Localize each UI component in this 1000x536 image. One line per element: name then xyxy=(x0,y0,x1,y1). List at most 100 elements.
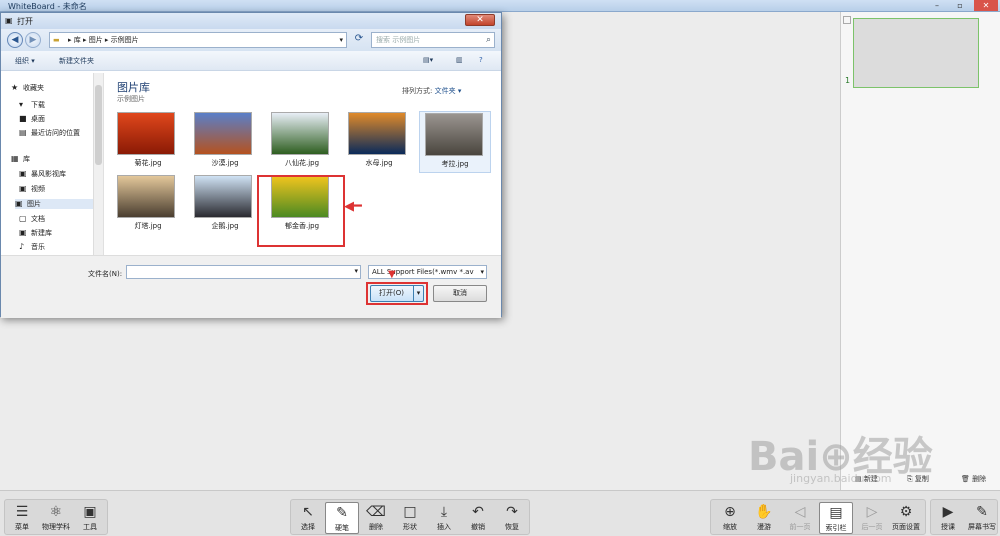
insert-button[interactable]: ⤓ 插入 xyxy=(427,502,461,534)
select-button[interactable]: ↖ 选择 xyxy=(291,502,325,534)
cancel-button[interactable]: 取消 xyxy=(433,285,487,302)
maximize-icon[interactable]: ▫ xyxy=(951,0,969,11)
pen-icon: ✎ xyxy=(336,505,348,521)
delete-page-button[interactable]: 🗑 删除 xyxy=(961,474,986,484)
index-bar-button[interactable]: ▤ 索引栏 xyxy=(819,502,853,534)
pen-button[interactable]: ✎ 硬笔 xyxy=(325,502,359,534)
search-icon: ⌕ xyxy=(485,35,491,45)
nav-item[interactable]: ♪ 音乐 xyxy=(19,242,45,252)
toolbar-group-center: ↖ 选择 ✎ 硬笔 ⌫ 删除 □ 形状 ⤓ 插入 ↶ 撤销 ↷ 恢复 xyxy=(290,499,530,535)
search-input[interactable]: 搜索 示例图片 ⌕ xyxy=(371,32,495,48)
toolbar-group-left: ☰ 菜单 ⚛ 物理学科 ▣ 工具 xyxy=(4,499,108,535)
back-button[interactable]: ◀ xyxy=(7,32,23,48)
dialog-app-icon: ▣ xyxy=(5,16,13,25)
file-item[interactable]: 企鹅.jpg xyxy=(189,174,261,236)
command-bar: 组织 ▾ 新建文件夹 ▤▾ ▥ ? xyxy=(1,51,501,71)
file-name: 水母.jpg xyxy=(365,159,393,167)
minimize-icon[interactable]: – xyxy=(928,0,946,11)
file-item[interactable]: 沙漠.jpg xyxy=(189,111,261,173)
redo-icon: ↷ xyxy=(506,504,518,520)
help-icon[interactable]: ? xyxy=(479,56,483,64)
file-name: 考拉.jpg xyxy=(441,160,469,168)
eraser-button[interactable]: ⌫ 删除 xyxy=(359,502,393,534)
nav-item-label: 库 xyxy=(23,155,30,163)
nav-item-icon: ▣ xyxy=(19,169,27,178)
screen-pen-icon: ✎ xyxy=(976,504,988,520)
undo-button[interactable]: ↶ 撤销 xyxy=(461,502,495,534)
page-number: 1 xyxy=(845,76,851,85)
organize-menu[interactable]: 组织 ▾ xyxy=(15,56,35,66)
physics-subject-button[interactable]: ⚛ 物理学科 xyxy=(39,502,73,534)
filename-label: 文件名(N): xyxy=(88,270,123,278)
new-folder-button[interactable]: 新建文件夹 xyxy=(59,56,94,66)
nav-item-label: 桌面 xyxy=(31,115,45,123)
file-thumbnail xyxy=(117,112,175,155)
page-thumbnail[interactable] xyxy=(853,18,979,88)
nav-item-icon: ▢ xyxy=(19,214,27,223)
open-button[interactable]: 打开(O) ▾ xyxy=(370,285,424,302)
nav-item[interactable]: ▾ 下载 xyxy=(19,100,45,110)
nav-item[interactable]: ▣ 视频 xyxy=(19,184,45,194)
preview-pane-icon[interactable]: ▥ xyxy=(456,56,463,64)
open-file-dialog: ▣ 打开 ✕ ◀ ▶ ▬ ▸ 库 ▸ 图片 ▸ 示例图片 ▾ ⟳ 搜索 示例图片 ⌕ … xyxy=(0,12,502,318)
dialog-title: 打开 xyxy=(17,17,33,26)
menu-button[interactable]: ☰ 菜单 xyxy=(5,502,39,534)
refresh-button[interactable]: ⟳ xyxy=(351,32,367,48)
view-icon[interactable]: ▤▾ xyxy=(423,56,433,64)
atom-icon: ⚛ xyxy=(49,504,63,520)
previous-icon: ◁ xyxy=(794,504,806,520)
nav-item-icon: ▣ xyxy=(15,199,23,208)
nav-item[interactable]: ■ 桌面 xyxy=(19,114,45,124)
app-title-bar: WhiteBoard - 未命名 – ▫ ✕ xyxy=(0,0,1000,12)
nav-item[interactable]: ★ 收藏夹 xyxy=(11,83,44,93)
address-bar[interactable]: ▬ ▸ 库 ▸ 图片 ▸ 示例图片 ▾ xyxy=(49,32,347,48)
nav-scrollbar[interactable] xyxy=(93,73,103,255)
file-name: 沙漠.jpg xyxy=(211,159,239,167)
app-title: WhiteBoard - 未命名 xyxy=(8,2,87,11)
toolbox-icon: ▣ xyxy=(83,504,97,520)
file-item[interactable]: 水母.jpg xyxy=(343,111,415,173)
nav-item[interactable]: ▢ 文档 xyxy=(19,214,45,224)
file-item[interactable]: 考拉.jpg xyxy=(419,111,491,173)
redo-button[interactable]: ↷ 恢复 xyxy=(495,502,529,534)
zoom-button[interactable]: ⊕ 缩放 xyxy=(713,502,747,534)
nav-item[interactable]: ▤ 最近访问的位置 xyxy=(19,128,80,138)
nav-item[interactable]: ▣ 新建库 xyxy=(19,228,52,238)
tools-button[interactable]: ▣ 工具 xyxy=(73,502,107,534)
pan-button[interactable]: ✋ 漫游 xyxy=(747,502,781,534)
filename-input[interactable]: ▾ xyxy=(126,265,361,279)
file-item[interactable]: 八仙花.jpg xyxy=(266,111,338,173)
page-settings-button[interactable]: ⚙ 页面设置 xyxy=(889,502,923,534)
nav-item-icon: ▤ xyxy=(19,128,27,137)
nav-item-icon: ▣ xyxy=(19,184,27,193)
rectangle-icon: □ xyxy=(403,504,417,520)
chevron-down-icon: ▾ xyxy=(480,268,484,276)
previous-page-button[interactable]: ◁ 前一页 xyxy=(783,502,817,534)
close-icon[interactable]: ✕ xyxy=(974,0,998,11)
screen-write-button[interactable]: ✎ 屏幕书写 xyxy=(965,502,999,534)
address-row: ◀ ▶ ▬ ▸ 库 ▸ 图片 ▸ 示例图片 ▾ ⟳ 搜索 示例图片 ⌕ xyxy=(1,29,501,51)
nav-item[interactable]: ▣ 图片 xyxy=(15,199,97,209)
undo-icon: ↶ xyxy=(472,504,484,520)
dialog-close-button[interactable]: ✕ xyxy=(465,14,495,26)
nav-item[interactable]: ▦ 库 xyxy=(11,154,30,164)
file-item[interactable]: 菊花.jpg xyxy=(112,111,184,173)
panel-checkbox[interactable] xyxy=(843,16,851,24)
file-thumbnail xyxy=(117,175,175,218)
teach-button[interactable]: ▶ 授课 xyxy=(931,502,965,534)
filetype-select[interactable]: ALL Support Files(*.wmv *.av ▾ xyxy=(368,265,487,279)
shape-button[interactable]: □ 形状 xyxy=(393,502,427,534)
nav-item-label: 最近访问的位置 xyxy=(31,129,80,137)
file-name: 八仙花.jpg xyxy=(284,159,320,167)
navigation-pane: ★ 收藏夹 ▾ 下载 ■ 桌面 ▤ 最近访问的位置 ▦ 库 ▣ 暴风影视库 ▣ 视频 ▣ 图片 ▢ 文档 ▣ 新建库 ♪… xyxy=(9,73,104,255)
next-page-button[interactable]: ▷ 后一页 xyxy=(855,502,889,534)
file-thumbnail xyxy=(425,113,483,156)
nav-item-label: 文档 xyxy=(31,215,45,223)
nav-item-icon: ■ xyxy=(19,114,27,123)
highlight-box xyxy=(257,175,345,247)
nav-item[interactable]: ▣ 暴风影视库 xyxy=(19,169,66,179)
chevron-down-icon: ▾ xyxy=(354,267,358,275)
forward-button[interactable]: ▶ xyxy=(25,32,41,48)
file-item[interactable]: 灯塔.jpg xyxy=(112,174,184,236)
sort-by[interactable]: 排列方式: 文件夹 ▾ xyxy=(402,86,461,96)
